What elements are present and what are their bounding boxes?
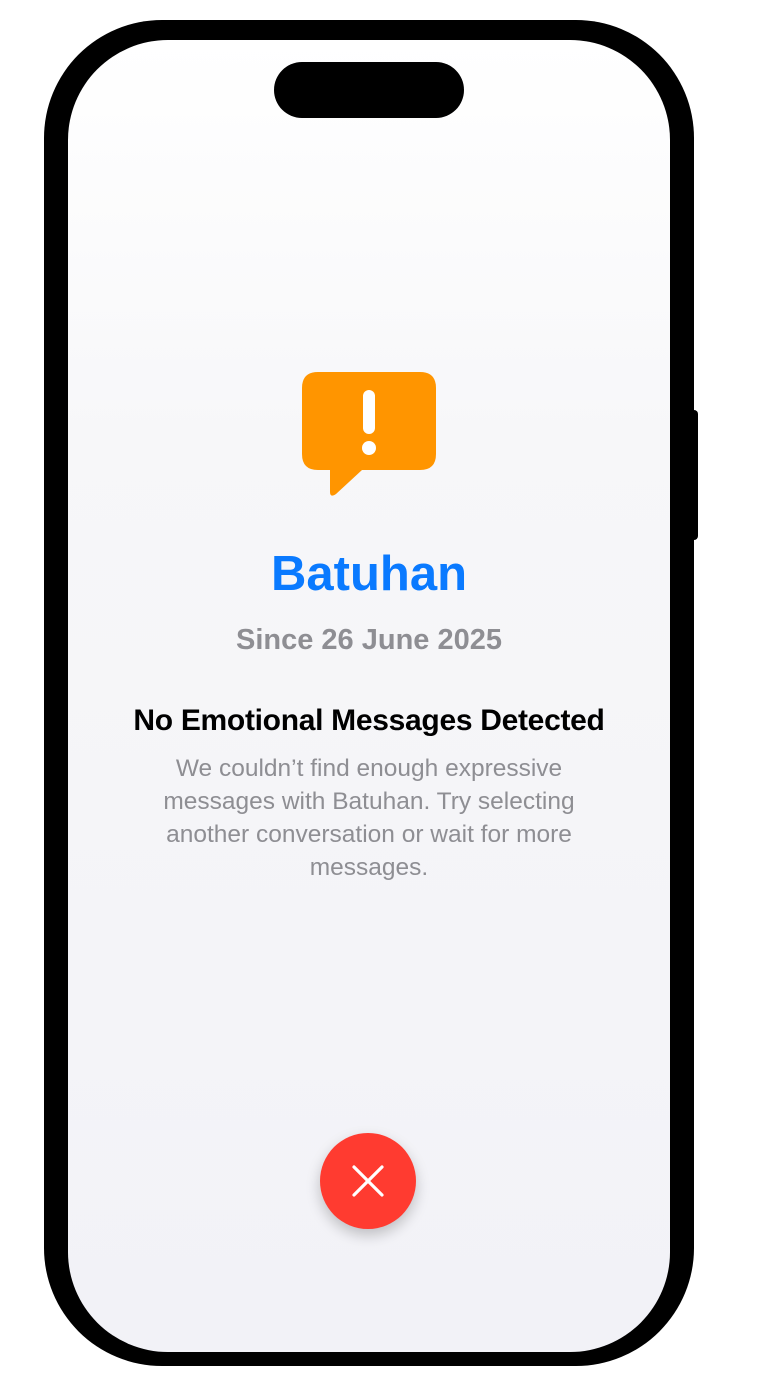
- app-screen: Batuhan Since 26 June 2025 No Emotional …: [68, 40, 670, 1352]
- empty-state-message: We couldn’t find enough expressive messa…: [163, 755, 575, 881]
- since-date: Since 26 June 2025: [236, 624, 502, 656]
- empty-state-title: No Emotional Messages Detected: [133, 704, 605, 737]
- contact-name: Batuhan: [271, 547, 467, 601]
- exclamation-bubble-icon: [302, 372, 436, 496]
- phone-side-button: [688, 410, 698, 540]
- close-button[interactable]: [320, 1133, 416, 1229]
- close-icon: [352, 1165, 384, 1197]
- dynamic-island: [274, 62, 464, 118]
